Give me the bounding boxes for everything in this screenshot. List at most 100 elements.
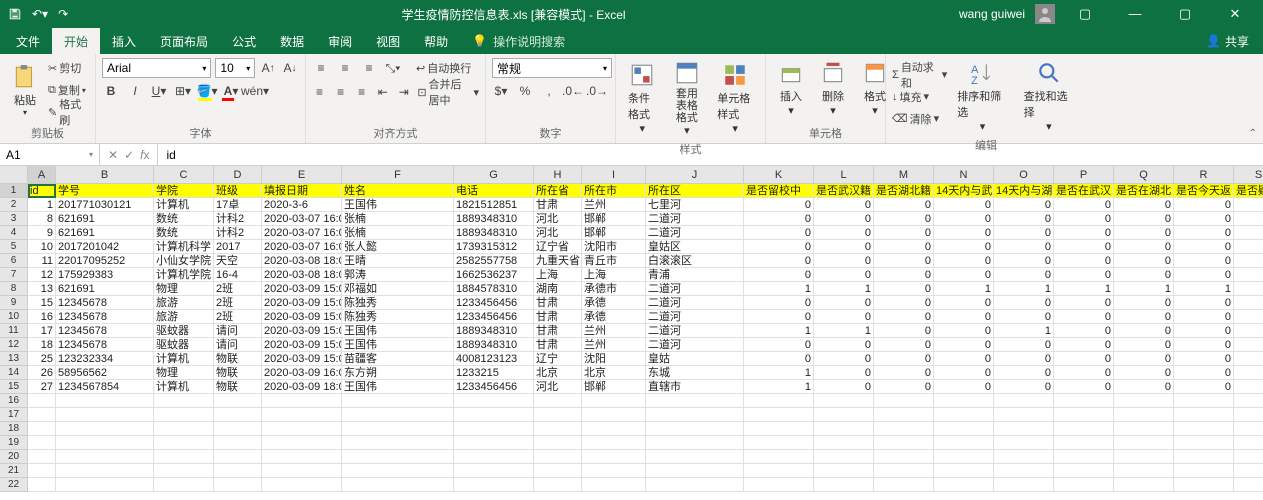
cell[interactable]: 0 <box>934 324 994 338</box>
cell[interactable]: 九重天省 <box>534 254 582 268</box>
cell[interactable] <box>934 394 994 408</box>
column-header-S[interactable]: S <box>1234 166 1263 184</box>
cell[interactable] <box>154 436 214 450</box>
cell[interactable]: 0 <box>1174 310 1234 324</box>
tab-home[interactable]: 开始 <box>52 28 100 54</box>
bold-button[interactable]: B <box>102 82 120 100</box>
cell[interactable]: 张楠 <box>342 226 454 240</box>
italic-button[interactable]: I <box>126 82 144 100</box>
cell[interactable]: 0 <box>744 254 814 268</box>
cell[interactable]: 所在省 <box>534 184 582 198</box>
cell[interactable] <box>214 422 262 436</box>
row-header-1[interactable]: 1 <box>0 184 28 198</box>
format-painter-button[interactable]: ✎格式刷 <box>48 102 89 122</box>
cell[interactable]: 东城 <box>646 366 744 380</box>
cell[interactable]: 姓名 <box>342 184 454 198</box>
cell[interactable]: 皇姑区 <box>646 240 744 254</box>
cell[interactable]: 2020-03-09 15:03:1 <box>262 324 342 338</box>
cell[interactable]: 1739315312 <box>454 240 534 254</box>
cell[interactable] <box>582 436 646 450</box>
cell[interactable] <box>56 450 154 464</box>
cell[interactable] <box>454 422 534 436</box>
tab-formulas[interactable]: 公式 <box>220 28 268 54</box>
row-header-6[interactable]: 6 <box>0 254 28 268</box>
cell[interactable]: 填报日期 <box>262 184 342 198</box>
cell[interactable]: 0 <box>744 198 814 212</box>
cell[interactable]: 0 <box>1114 212 1174 226</box>
cell[interactable] <box>342 450 454 464</box>
row-header-19[interactable]: 19 <box>0 436 28 450</box>
cell[interactable] <box>28 464 56 478</box>
cell[interactable]: 0 <box>1054 324 1114 338</box>
cell[interactable]: 27 <box>28 380 56 394</box>
cell[interactable]: 201771030121 <box>56 198 154 212</box>
cell[interactable]: 0 <box>744 240 814 254</box>
cell[interactable] <box>454 478 534 492</box>
cell[interactable] <box>1114 394 1174 408</box>
column-header-R[interactable]: R <box>1174 166 1234 184</box>
cell[interactable]: 数统 <box>154 212 214 226</box>
column-header-B[interactable]: B <box>56 166 154 184</box>
indent-dec-button[interactable]: ⇤ <box>375 83 390 101</box>
cell[interactable] <box>262 436 342 450</box>
cell[interactable]: 1233456456 <box>454 310 534 324</box>
column-header-G[interactable]: G <box>454 166 534 184</box>
cell[interactable]: 1884578310 <box>454 282 534 296</box>
cell[interactable]: 0 <box>744 212 814 226</box>
cell[interactable]: 甘肃 <box>534 324 582 338</box>
row-header-17[interactable]: 17 <box>0 408 28 422</box>
cell[interactable]: 邓福如 <box>342 282 454 296</box>
tab-insert[interactable]: 插入 <box>100 28 148 54</box>
cell[interactable] <box>874 436 934 450</box>
row-header-4[interactable]: 4 <box>0 226 28 240</box>
cell[interactable]: 17 <box>28 324 56 338</box>
cell[interactable]: 0 <box>874 198 934 212</box>
cell[interactable] <box>646 408 744 422</box>
cell[interactable]: 2017 <box>214 240 262 254</box>
cell[interactable]: 是否疑似 <box>1234 184 1263 198</box>
cell[interactable]: 计算机 <box>154 380 214 394</box>
cell[interactable]: 0 <box>744 296 814 310</box>
cell[interactable]: 2020-03-08 18:03:4 <box>262 268 342 282</box>
shrink-font-button[interactable]: A↓ <box>281 59 299 77</box>
cell[interactable]: 张楠 <box>342 212 454 226</box>
cell[interactable]: 0 <box>1234 324 1263 338</box>
cell[interactable] <box>262 478 342 492</box>
cell[interactable]: 1889348310 <box>454 212 534 226</box>
cell[interactable]: 所在区 <box>646 184 744 198</box>
cell[interactable]: 苗疆客 <box>342 352 454 366</box>
cell[interactable] <box>534 464 582 478</box>
cell[interactable]: 承德 <box>582 310 646 324</box>
cell[interactable] <box>56 408 154 422</box>
cell[interactable]: 0 <box>1114 310 1174 324</box>
cell[interactable] <box>1114 408 1174 422</box>
cell[interactable]: 驱蚊器 <box>154 338 214 352</box>
cell[interactable] <box>1114 464 1174 478</box>
cell[interactable] <box>814 408 874 422</box>
cell[interactable] <box>1114 450 1174 464</box>
cell[interactable]: 2020-03-09 16:03:1 <box>262 366 342 380</box>
cell[interactable] <box>534 478 582 492</box>
cell[interactable] <box>534 450 582 464</box>
fill-color-button[interactable]: 🪣▾ <box>198 82 216 100</box>
cell[interactable] <box>56 422 154 436</box>
row-header-14[interactable]: 14 <box>0 366 28 380</box>
cell[interactable]: 0 <box>874 226 934 240</box>
cell[interactable]: 旅游 <box>154 296 214 310</box>
row-header-12[interactable]: 12 <box>0 338 28 352</box>
decrease-decimal-button[interactable]: .0→ <box>588 82 606 100</box>
cell[interactable]: 0 <box>1174 198 1234 212</box>
cell[interactable]: 0 <box>874 366 934 380</box>
cell[interactable]: 0 <box>1114 226 1174 240</box>
cell[interactable]: 0 <box>1114 254 1174 268</box>
cell[interactable]: 621691 <box>56 212 154 226</box>
cell[interactable] <box>814 436 874 450</box>
cell[interactable]: 是否武汉籍 <box>814 184 874 198</box>
cell[interactable] <box>28 436 56 450</box>
cell[interactable] <box>214 436 262 450</box>
cell[interactable]: 0 <box>1114 380 1174 394</box>
cell[interactable]: 0 <box>1174 352 1234 366</box>
cell[interactable]: 2020-03-08 18:03:2 <box>262 254 342 268</box>
cell[interactable] <box>214 450 262 464</box>
cell[interactable]: 0 <box>1174 338 1234 352</box>
